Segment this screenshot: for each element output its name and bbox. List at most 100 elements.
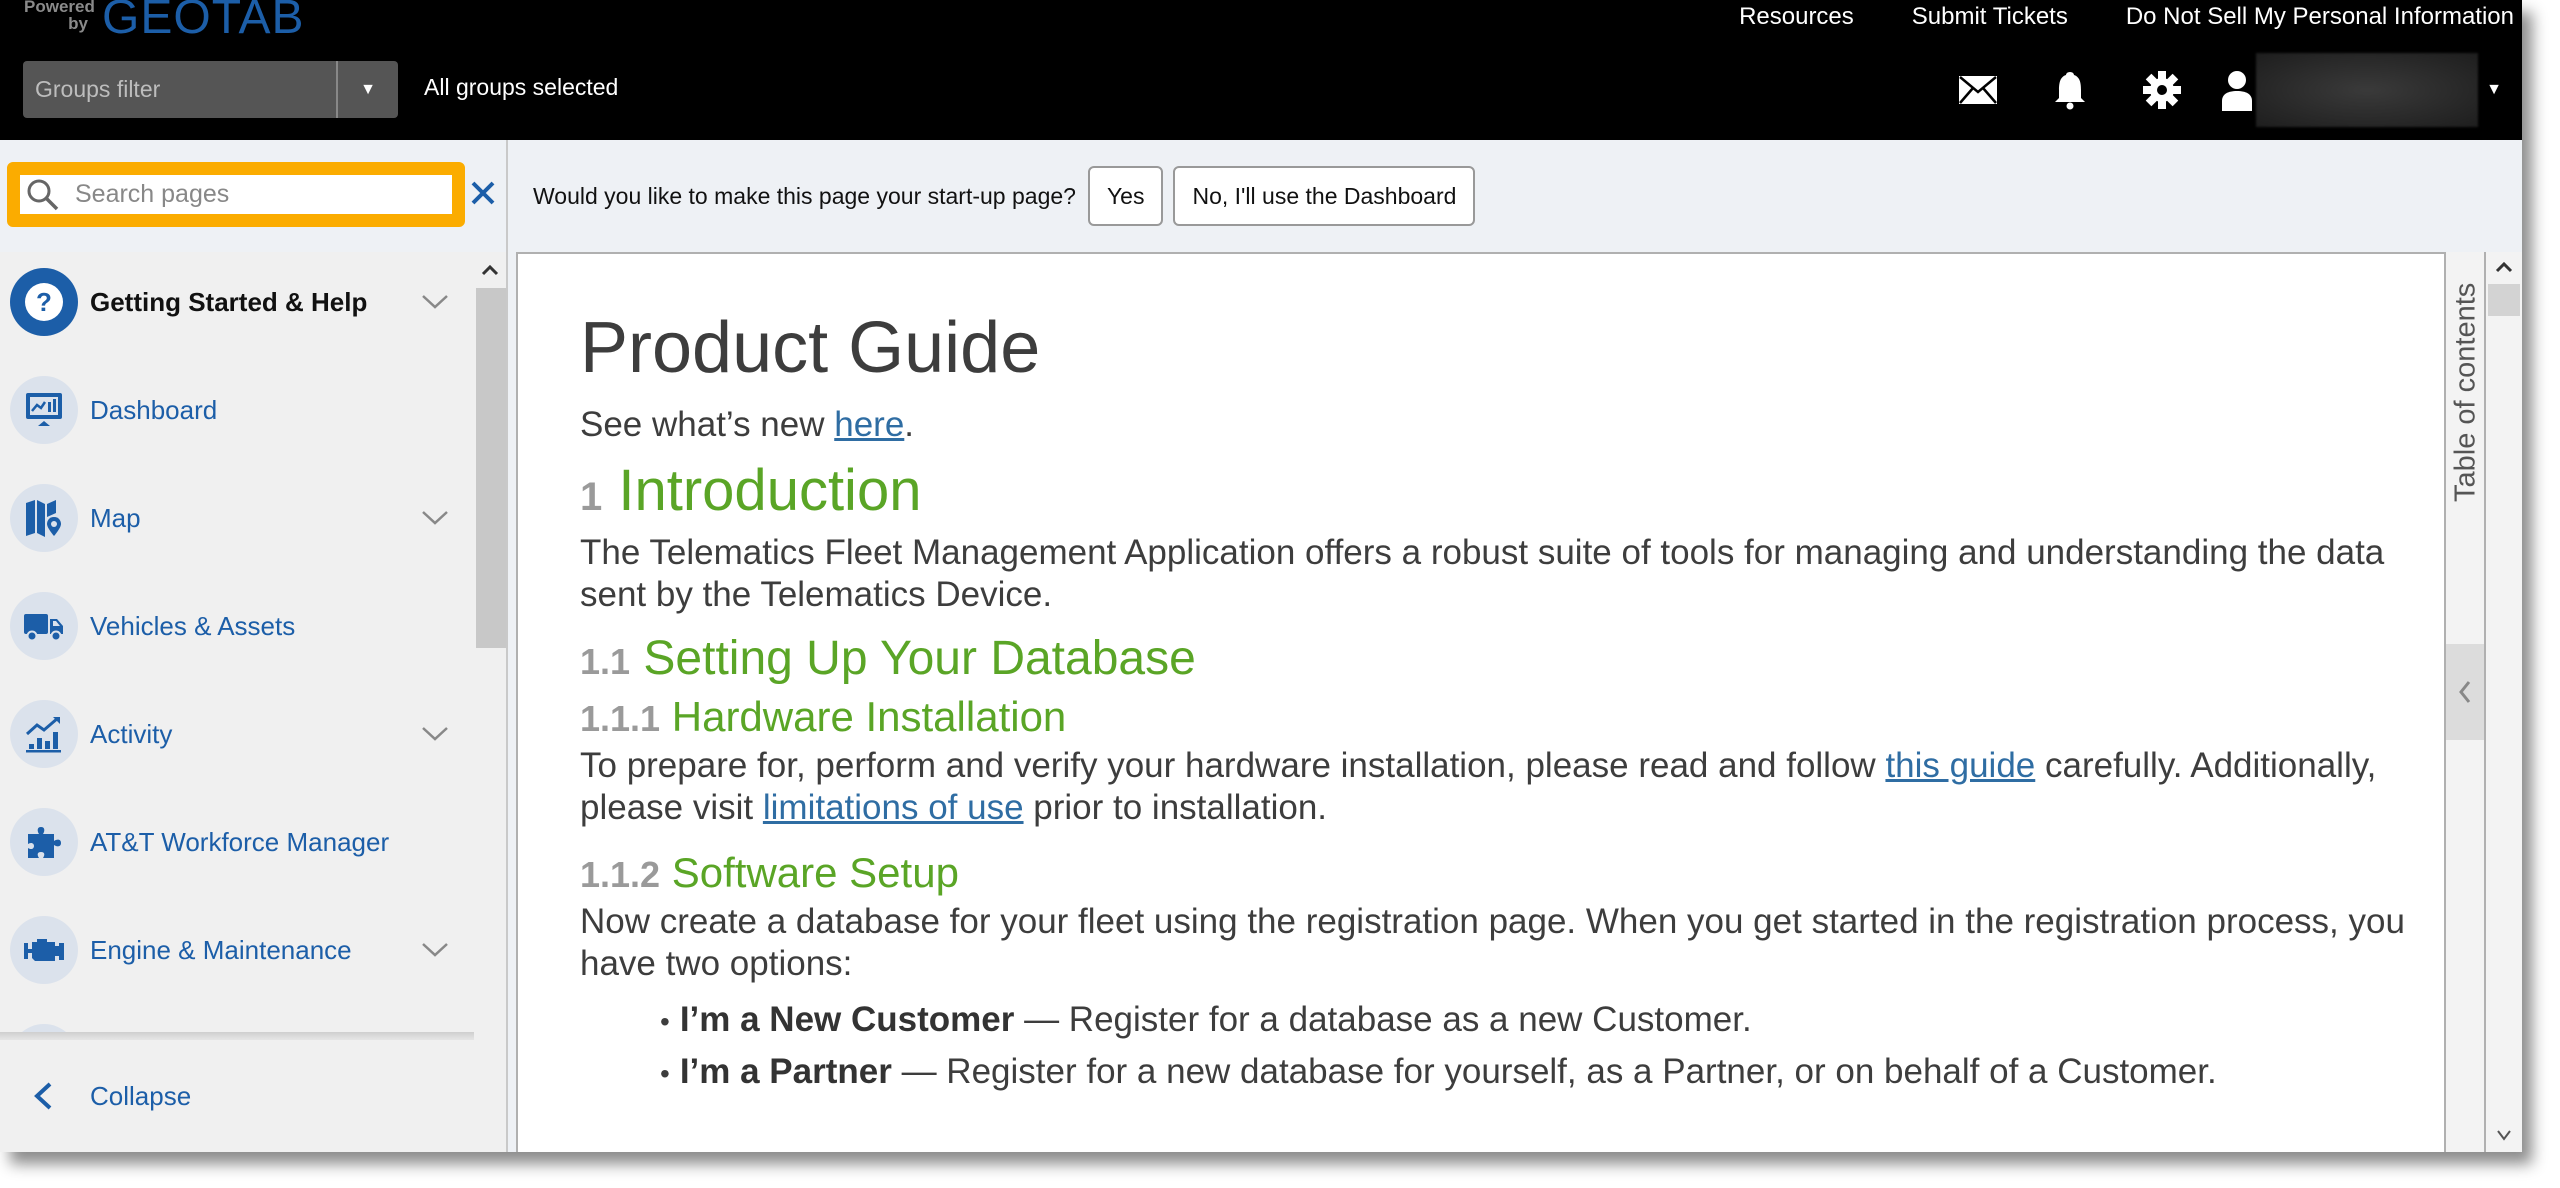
- groups-filter-dropdown-button[interactable]: ▼: [338, 61, 398, 118]
- nav-label: Map: [90, 502, 141, 533]
- chevron-down-icon[interactable]: [421, 510, 449, 526]
- nav-item-activity[interactable]: Activity: [0, 684, 470, 784]
- do-not-sell-link[interactable]: Do Not Sell My Personal Information: [2126, 2, 2514, 32]
- activity-icon: [25, 716, 61, 753]
- list-item: I’m a Partner — Register for a new datab…: [660, 1047, 2420, 1099]
- gear-icon: [2143, 71, 2182, 109]
- search-box[interactable]: [7, 162, 465, 227]
- nav-item-dashboard[interactable]: Dashboard: [0, 360, 470, 460]
- nav-scrollbar[interactable]: [474, 252, 506, 1152]
- logo-brand: GEOTAB: [102, 0, 305, 44]
- caret-down-icon: ▼: [360, 80, 376, 98]
- scrollbar-thumb[interactable]: [476, 288, 506, 648]
- section-heading-setting-up-database: 1.1 Setting Up Your Database: [580, 630, 2420, 691]
- top-header: Powered by GEOTAB Resources Submit Ticke…: [0, 0, 2522, 140]
- nav-item-att-workforce-manager[interactable]: AT&T Workforce Manager: [0, 792, 470, 892]
- user-menu-button[interactable]: ▼: [2220, 53, 2502, 127]
- nav-icon-circle: [10, 1024, 78, 1032]
- yes-button[interactable]: Yes: [1087, 166, 1164, 226]
- search-icon: [27, 179, 59, 210]
- app-window: Powered by GEOTAB Resources Submit Ticke…: [0, 0, 2522, 1152]
- truck-icon: [24, 614, 63, 642]
- table-of-contents-label[interactable]: Table of contents: [2450, 282, 2482, 502]
- toc-expand-button[interactable]: [2446, 644, 2484, 740]
- list-item: I’m a New Customer — Register for a data…: [660, 995, 2420, 1047]
- scroll-down-button[interactable]: [2486, 1118, 2522, 1152]
- table-of-contents-strip: Table of contents: [2446, 252, 2486, 1152]
- hardware-text-1: To prepare for, perform and verify your …: [580, 746, 1886, 785]
- nav-item-partial[interactable]: [0, 1008, 470, 1032]
- whats-new-line: See what’s new here.: [580, 404, 2420, 446]
- left-nav: ? Getting Started & Help Dashboard Map: [0, 140, 508, 1152]
- nav-icon-circle: [10, 376, 78, 444]
- chevron-left-icon: [34, 1082, 52, 1110]
- use-dashboard-button[interactable]: No, I'll use the Dashboard: [1173, 166, 1476, 226]
- groups-filter-input[interactable]: Groups filter: [23, 61, 338, 118]
- chevron-up-icon: [2495, 261, 2513, 273]
- top-links: Resources Submit Tickets Do Not Sell My …: [1739, 2, 2514, 32]
- notifications-button[interactable]: [2042, 62, 2098, 118]
- document-scrollbar[interactable]: [2486, 252, 2522, 1152]
- hardware-paragraph: To prepare for, perform and verify your …: [580, 745, 2420, 829]
- nav-label: Engine & Maintenance: [90, 934, 352, 965]
- nav-icon-circle: [10, 700, 78, 768]
- nav-item-vehicles-assets[interactable]: Vehicles & Assets: [0, 576, 470, 676]
- whats-new-link[interactable]: here: [834, 405, 904, 444]
- whats-new-suffix: .: [904, 405, 915, 444]
- caret-down-icon: ▼: [2486, 81, 2502, 98]
- submit-tickets-link[interactable]: Submit Tickets: [1912, 2, 2068, 32]
- nav-label: AT&T Workforce Manager: [90, 826, 390, 857]
- logo-powered-by: Powered by: [24, 0, 95, 33]
- section-title: Introduction: [618, 458, 922, 523]
- close-icon[interactable]: [470, 180, 496, 206]
- registration-options-list: I’m a New Customer — Register for a data…: [660, 995, 2420, 1099]
- nav-label: Getting Started & Help: [90, 286, 368, 317]
- nav-label: Activity: [90, 718, 173, 749]
- chevron-down-icon: [2497, 1130, 2511, 1141]
- messages-button[interactable]: [1950, 62, 2006, 118]
- nav-icon-circle: [10, 484, 78, 552]
- mail-icon: [1959, 76, 1998, 104]
- user-icon: [2222, 71, 2253, 111]
- product-guide-document: Product Guide See what’s new here. 1 Int…: [580, 306, 2420, 1099]
- collapse-label: Collapse: [90, 1080, 192, 1111]
- section-title: Software Setup: [671, 849, 959, 896]
- groups-status: All groups selected: [424, 74, 619, 100]
- option-text: — Register for a database as a new Custo…: [1014, 1000, 1752, 1039]
- section-number: 1: [580, 475, 603, 519]
- dashboard-icon: [26, 393, 62, 426]
- limitations-of-use-link[interactable]: limitations of use: [763, 788, 1024, 827]
- chevron-down-icon[interactable]: [421, 942, 449, 958]
- scroll-up-button[interactable]: [474, 252, 506, 288]
- nav-icon-circle: ?: [10, 268, 78, 336]
- nav-label: Vehicles & Assets: [90, 610, 296, 641]
- help-icon: ?: [25, 283, 63, 321]
- nav-item-map[interactable]: Map: [0, 468, 470, 568]
- section-title: Setting Up Your Database: [643, 632, 1196, 685]
- scrollbar-thumb[interactable]: [2488, 284, 2520, 316]
- nav-item-getting-started[interactable]: ? Getting Started & Help: [0, 252, 470, 352]
- page-title: Product Guide: [580, 308, 1041, 388]
- intro-paragraph: The Telematics Fleet Management Applicat…: [580, 533, 2385, 614]
- nav-item-engine-maintenance[interactable]: Engine & Maintenance: [0, 900, 470, 1000]
- section-number: 1.1.2: [580, 854, 661, 895]
- engine-icon: [24, 939, 64, 961]
- option-text: — Register for a new database for yourse…: [891, 1052, 2217, 1091]
- settings-button[interactable]: [2134, 62, 2190, 118]
- search-pages-input[interactable]: [75, 180, 425, 209]
- user-name-redacted: [2256, 53, 2479, 127]
- chevron-down-icon[interactable]: [421, 726, 449, 742]
- this-guide-link[interactable]: this guide: [1885, 746, 2035, 785]
- collapse-button[interactable]: Collapse: [0, 1040, 506, 1152]
- nav-divider: [0, 1032, 474, 1040]
- whats-new-prefix: See what’s new: [580, 405, 835, 444]
- chevron-up-icon: [481, 264, 499, 276]
- groups-filter[interactable]: Groups filter ▼: [23, 61, 398, 118]
- puzzle-icon: [28, 827, 61, 858]
- resources-link[interactable]: Resources: [1739, 2, 1854, 32]
- geotab-logo[interactable]: Powered by GEOTAB: [24, 0, 304, 42]
- chevron-down-icon[interactable]: [421, 294, 449, 310]
- nav-icon-circle: [10, 808, 78, 876]
- scroll-up-button[interactable]: [2486, 252, 2522, 282]
- section-heading-hardware-installation: 1.1.1 Hardware Installation: [580, 691, 2420, 745]
